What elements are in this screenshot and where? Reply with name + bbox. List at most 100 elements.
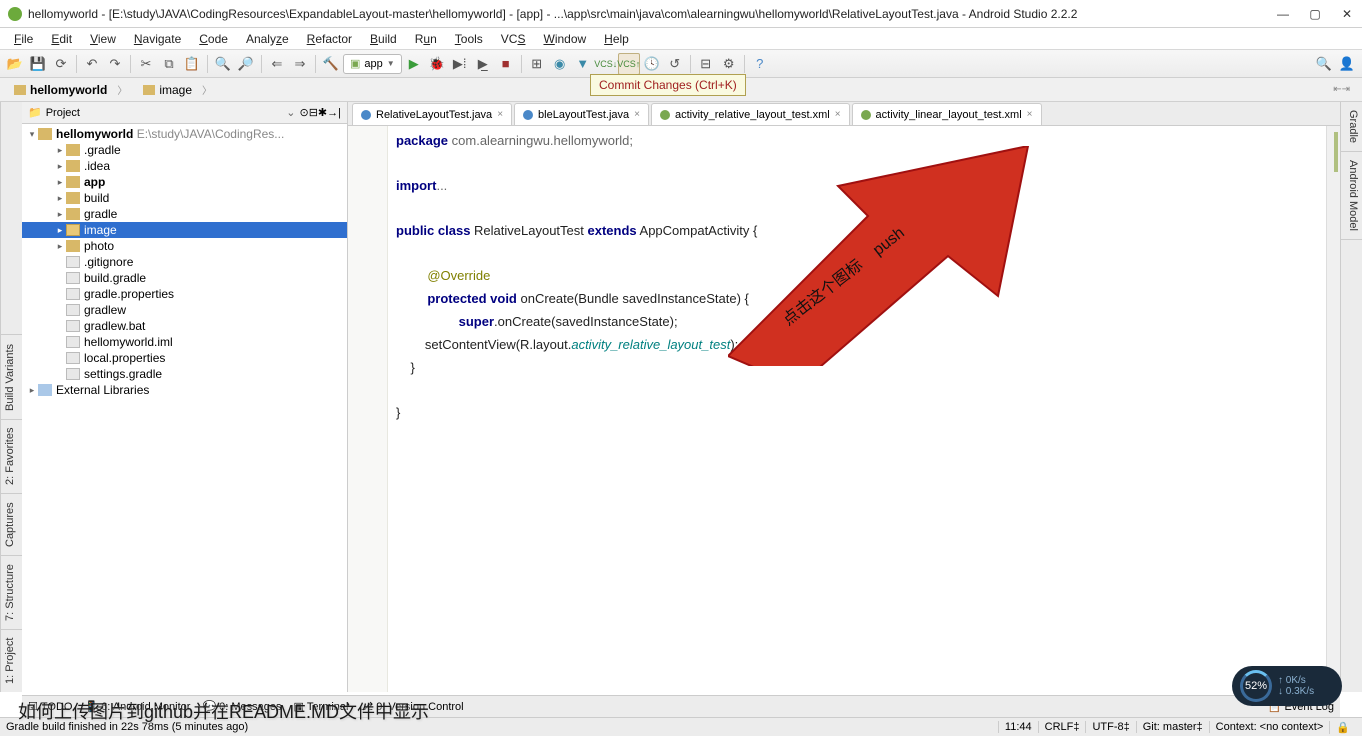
code-editor[interactable]: package com.alearningwu.hellomyworld; im… — [388, 126, 1326, 692]
open-icon[interactable]: 📂 — [4, 53, 26, 75]
history-icon[interactable]: 🕓 — [641, 53, 663, 75]
save-icon[interactable]: 💾 — [27, 53, 49, 75]
stop-icon[interactable]: ■ — [495, 53, 517, 75]
network-speed-widget[interactable]: 52% ↑ 0K/s ↓ 0.3K/s — [1232, 666, 1342, 706]
tab-table-java[interactable]: bleLayoutTest.java× — [514, 103, 649, 125]
sdk-icon[interactable]: ▼ — [572, 53, 594, 75]
status-line-sep[interactable]: CRLF‡ — [1038, 721, 1086, 733]
tree-item[interactable]: ▸app — [22, 174, 347, 190]
menu-vcs[interactable]: VCS — [493, 30, 534, 48]
lock-icon[interactable]: 🔒 — [1329, 721, 1356, 734]
menu-help[interactable]: Help — [596, 30, 637, 48]
tab-relative-java[interactable]: RelativeLayoutTest.java× — [352, 103, 512, 125]
cut-icon[interactable]: ✂ — [135, 53, 157, 75]
tree-item[interactable]: gradlew.bat — [22, 318, 347, 334]
run-icon[interactable]: ▶ — [403, 53, 425, 75]
copy-icon[interactable]: ⧉ — [158, 53, 180, 75]
rail-gradle[interactable]: Gradle — [1341, 102, 1362, 152]
help-icon[interactable]: ? — [749, 53, 771, 75]
layout-icon[interactable]: ⊞ — [526, 53, 548, 75]
menu-refactor[interactable]: Refactor — [299, 30, 360, 48]
run-config-selector[interactable]: ▣ app ▼ — [343, 54, 402, 74]
menu-code[interactable]: Code — [191, 30, 236, 48]
tree-item[interactable]: gradlew — [22, 302, 347, 318]
menu-edit[interactable]: Edit — [43, 30, 80, 48]
structure-icon[interactable]: ⊟ — [695, 53, 717, 75]
tree-external-libs[interactable]: ▸ External Libraries — [22, 382, 347, 398]
rail-structure[interactable]: 7: Structure — [1, 555, 22, 629]
editor-scrollbar[interactable] — [1326, 126, 1340, 692]
project-tree[interactable]: ▾ hellomyworld E:\study\JAVA\CodingRes..… — [22, 124, 347, 692]
tree-item[interactable]: ▸build — [22, 190, 347, 206]
tree-item[interactable]: ▸.idea — [22, 158, 347, 174]
tree-item[interactable]: ▸image — [22, 222, 347, 238]
tree-item[interactable]: ▸.gradle — [22, 142, 347, 158]
coverage-icon[interactable]: ▶̲ — [472, 53, 494, 75]
menu-analyze[interactable]: Analyze — [238, 30, 297, 48]
menu-navigate[interactable]: Navigate — [126, 30, 189, 48]
user-icon[interactable]: 👤 — [1336, 53, 1358, 75]
minimize-button[interactable]: — — [1276, 7, 1290, 21]
close-icon[interactable]: × — [634, 109, 640, 120]
close-icon[interactable]: × — [835, 109, 841, 120]
status-position[interactable]: 11:44 — [998, 721, 1038, 733]
menu-file[interactable]: File — [6, 30, 41, 48]
forward-icon[interactable]: ⇒ — [289, 53, 311, 75]
redo-icon[interactable]: ↷ — [104, 53, 126, 75]
maximize-button[interactable]: ▢ — [1308, 7, 1322, 21]
menu-view[interactable]: View — [82, 30, 124, 48]
rail-favorites[interactable]: 2: Favorites — [1, 419, 22, 493]
back-icon[interactable]: ⇐ — [266, 53, 288, 75]
editor-body[interactable]: package com.alearningwu.hellomyworld; im… — [348, 126, 1340, 692]
vcs-update-icon[interactable]: VCS↓ — [595, 53, 617, 75]
tab-linear-xml[interactable]: activity_linear_layout_test.xml× — [852, 103, 1042, 125]
build-icon[interactable]: 🔨 — [320, 53, 342, 75]
tree-item[interactable]: hellomyworld.iml — [22, 334, 347, 350]
status-context[interactable]: Context: <no context> — [1209, 721, 1330, 733]
tree-root[interactable]: ▾ hellomyworld E:\study\JAVA\CodingRes..… — [22, 126, 347, 142]
menu-window[interactable]: Window — [535, 30, 594, 48]
close-button[interactable]: ✕ — [1340, 7, 1354, 21]
tree-item[interactable]: settings.gradle — [22, 366, 347, 382]
gear-icon[interactable]: ✱ — [318, 106, 327, 119]
collapse-icon[interactable]: ⊟ — [309, 106, 318, 119]
autoscroll-icon[interactable]: ⊙ — [299, 106, 308, 119]
tab-relative-xml[interactable]: activity_relative_layout_test.xml× — [651, 103, 850, 125]
status-encoding[interactable]: UTF-8‡ — [1085, 721, 1135, 733]
breadcrumb-item[interactable]: image — [135, 80, 220, 99]
rail-android-model[interactable]: Android Model — [1341, 152, 1362, 240]
paste-icon[interactable]: 📋 — [181, 53, 203, 75]
tree-item[interactable]: .gitignore — [22, 254, 347, 270]
rail-build-variants[interactable]: Build Variants — [1, 335, 22, 419]
menu-run[interactable]: Run — [407, 30, 445, 48]
attach-icon[interactable]: ▶⁞ — [449, 53, 471, 75]
tree-item[interactable]: gradle.properties — [22, 286, 347, 302]
tree-item[interactable]: ▸photo — [22, 238, 347, 254]
tree-item[interactable]: ▸gradle — [22, 206, 347, 222]
undo-icon[interactable]: ↶ — [81, 53, 103, 75]
find-icon[interactable]: 🔍 — [212, 53, 234, 75]
search-everywhere-icon[interactable]: 🔍 — [1313, 53, 1335, 75]
settings-icon[interactable]: ⚙ — [718, 53, 740, 75]
close-icon[interactable]: × — [497, 109, 503, 120]
tree-item[interactable]: local.properties — [22, 350, 347, 366]
status-git[interactable]: Git: master‡ — [1136, 721, 1209, 733]
breadcrumb-item[interactable]: hellomyworld — [6, 80, 135, 99]
rail-captures[interactable]: Captures — [1, 493, 22, 555]
rail-project[interactable]: 1: Project — [1, 629, 22, 692]
menu-tools[interactable]: Tools — [447, 30, 491, 48]
chevron-down-icon[interactable]: ⌄ — [286, 106, 295, 119]
sync-icon[interactable]: ⟳ — [50, 53, 72, 75]
vcs-commit-icon[interactable]: VCS↑ — [618, 53, 640, 75]
menu-build[interactable]: Build — [362, 30, 405, 48]
replace-icon[interactable]: 🔎 — [235, 53, 257, 75]
separator — [130, 55, 131, 73]
titlebar: hellomyworld - [E:\study\JAVA\CodingReso… — [0, 0, 1362, 28]
hide-icon[interactable]: →| — [327, 107, 341, 119]
revert-icon[interactable]: ↺ — [664, 53, 686, 75]
close-icon[interactable]: × — [1027, 109, 1033, 120]
tree-item[interactable]: build.gradle — [22, 270, 347, 286]
avd-icon[interactable]: ◉ — [549, 53, 571, 75]
debug-icon[interactable]: 🐞 — [426, 53, 448, 75]
expand-icon[interactable]: ⇤⇥ — [1327, 84, 1356, 95]
